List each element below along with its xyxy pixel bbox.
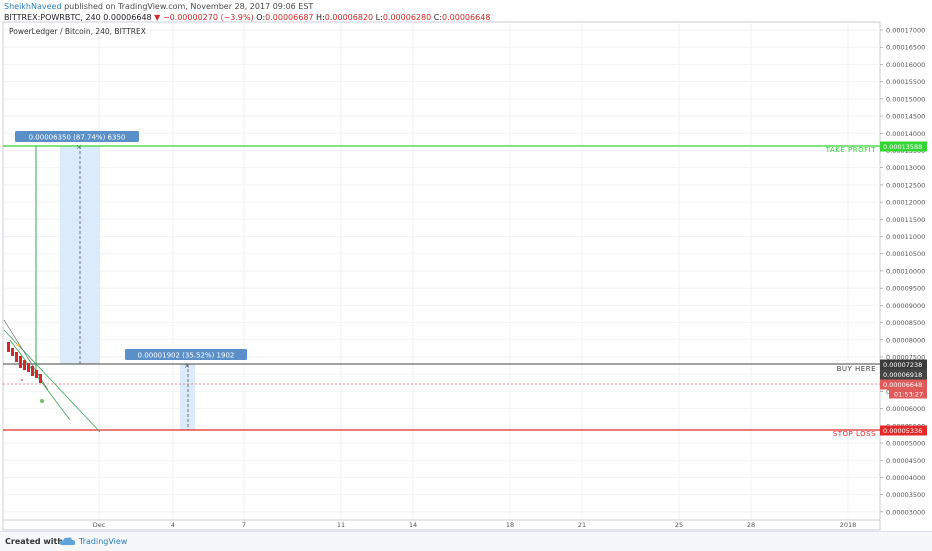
price-tag-2-value: 0.00006918 bbox=[883, 371, 922, 379]
x-tick-label: Dec bbox=[93, 521, 106, 529]
chart-pane[interactable] bbox=[2, 21, 881, 531]
y-tick-label: 0.00014500 bbox=[886, 113, 925, 121]
x-tick-label: 7 bbox=[242, 521, 246, 529]
x-tick-label: 14 bbox=[409, 521, 417, 529]
y-tick-label: 0.00015000 bbox=[886, 95, 925, 103]
y-tick-label: 0.00016000 bbox=[886, 61, 925, 69]
y-tick-label: 0.00011000 bbox=[886, 233, 925, 241]
candle[interactable] bbox=[11, 348, 14, 356]
buy-here-price: 0.00007238 bbox=[883, 361, 922, 369]
y-tick-label: 0.00012000 bbox=[886, 199, 925, 207]
bar-countdown: 01:53:27 bbox=[894, 391, 923, 399]
candle[interactable] bbox=[39, 374, 42, 383]
y-tick-label: 0.00004500 bbox=[886, 457, 925, 465]
measure-label-1: 0.00006350 (87.74%) 6350 bbox=[29, 134, 126, 142]
y-tick-label: 0.00012500 bbox=[886, 181, 925, 189]
y-tick-label: 0.00010500 bbox=[886, 250, 925, 258]
tradingview-cloud-icon[interactable] bbox=[59, 535, 77, 547]
chart-canvas[interactable]: PowerLedger / Bitcoin, 240, BITTREX × × … bbox=[0, 0, 932, 531]
y-tick-label: 0.00008000 bbox=[886, 336, 925, 344]
y-tick-label: 0.00017000 bbox=[886, 27, 925, 35]
y-tick-label: 0.00005000 bbox=[886, 440, 925, 448]
measure-range-2[interactable] bbox=[180, 364, 195, 430]
current-price: 0.00006648 bbox=[883, 381, 922, 389]
buy-here-label: BUY HERE bbox=[837, 365, 876, 373]
y-tick-label: 0.00003000 bbox=[886, 508, 925, 516]
tradingview-link[interactable]: TradingView bbox=[79, 537, 127, 546]
candle[interactable] bbox=[7, 342, 10, 352]
x-tick-label: 18 bbox=[506, 521, 514, 529]
measure-end-marker-1: × bbox=[76, 143, 82, 151]
candle[interactable] bbox=[19, 356, 22, 368]
footer-bar: Created with TradingView bbox=[0, 531, 932, 551]
candle[interactable] bbox=[35, 370, 38, 378]
y-tick-label: 0.00014000 bbox=[886, 130, 925, 138]
stop-loss-label: STOP LOSS bbox=[833, 430, 876, 438]
take-profit-label: TAKE PROFIT bbox=[825, 146, 876, 154]
measure-label-2: 0.00001902 (35.52%) 1902 bbox=[138, 352, 235, 360]
signal-marker bbox=[40, 399, 44, 403]
y-tick-label: 0.00016500 bbox=[886, 44, 925, 52]
stop-loss-price: 0.00005336 bbox=[883, 427, 922, 435]
y-tick-label: 0.00013000 bbox=[886, 164, 925, 172]
candle[interactable] bbox=[23, 360, 26, 370]
signal-marker bbox=[21, 379, 23, 381]
x-tick-label: 11 bbox=[337, 521, 345, 529]
candle[interactable] bbox=[15, 352, 18, 362]
y-tick-label: 0.00006000 bbox=[886, 405, 925, 413]
y-tick-label: 0.00009000 bbox=[886, 302, 925, 310]
y-tick-label: 0.00008500 bbox=[886, 319, 925, 327]
signal-marker bbox=[16, 343, 20, 347]
candle[interactable] bbox=[31, 366, 34, 376]
price-axis[interactable]: 0.00017000 0.00016500 0.00016000 0.00015500… bbox=[880, 27, 925, 517]
chart-title: PowerLedger / Bitcoin, 240, BITTREX bbox=[9, 27, 146, 36]
y-tick-label: 0.00004000 bbox=[886, 474, 925, 482]
y-tick-label: 0.00009500 bbox=[886, 285, 925, 293]
x-tick-label: 2018 bbox=[840, 521, 857, 529]
created-with-label: Created with bbox=[5, 537, 64, 546]
x-tick-label: 28 bbox=[747, 521, 755, 529]
x-tick-label: 25 bbox=[675, 521, 683, 529]
y-tick-label: 0.00011500 bbox=[886, 216, 925, 224]
x-tick-label: 4 bbox=[171, 521, 175, 529]
y-tick-label: 0.00010000 bbox=[886, 267, 925, 275]
candle[interactable] bbox=[27, 363, 30, 372]
y-tick-label: 0.00003500 bbox=[886, 491, 925, 499]
take-profit-price: 0.00013588 bbox=[883, 143, 922, 151]
x-tick-label: 21 bbox=[578, 521, 586, 529]
y-tick-label: 0.00015500 bbox=[886, 78, 925, 86]
measure-end-marker-2: × bbox=[184, 362, 190, 370]
